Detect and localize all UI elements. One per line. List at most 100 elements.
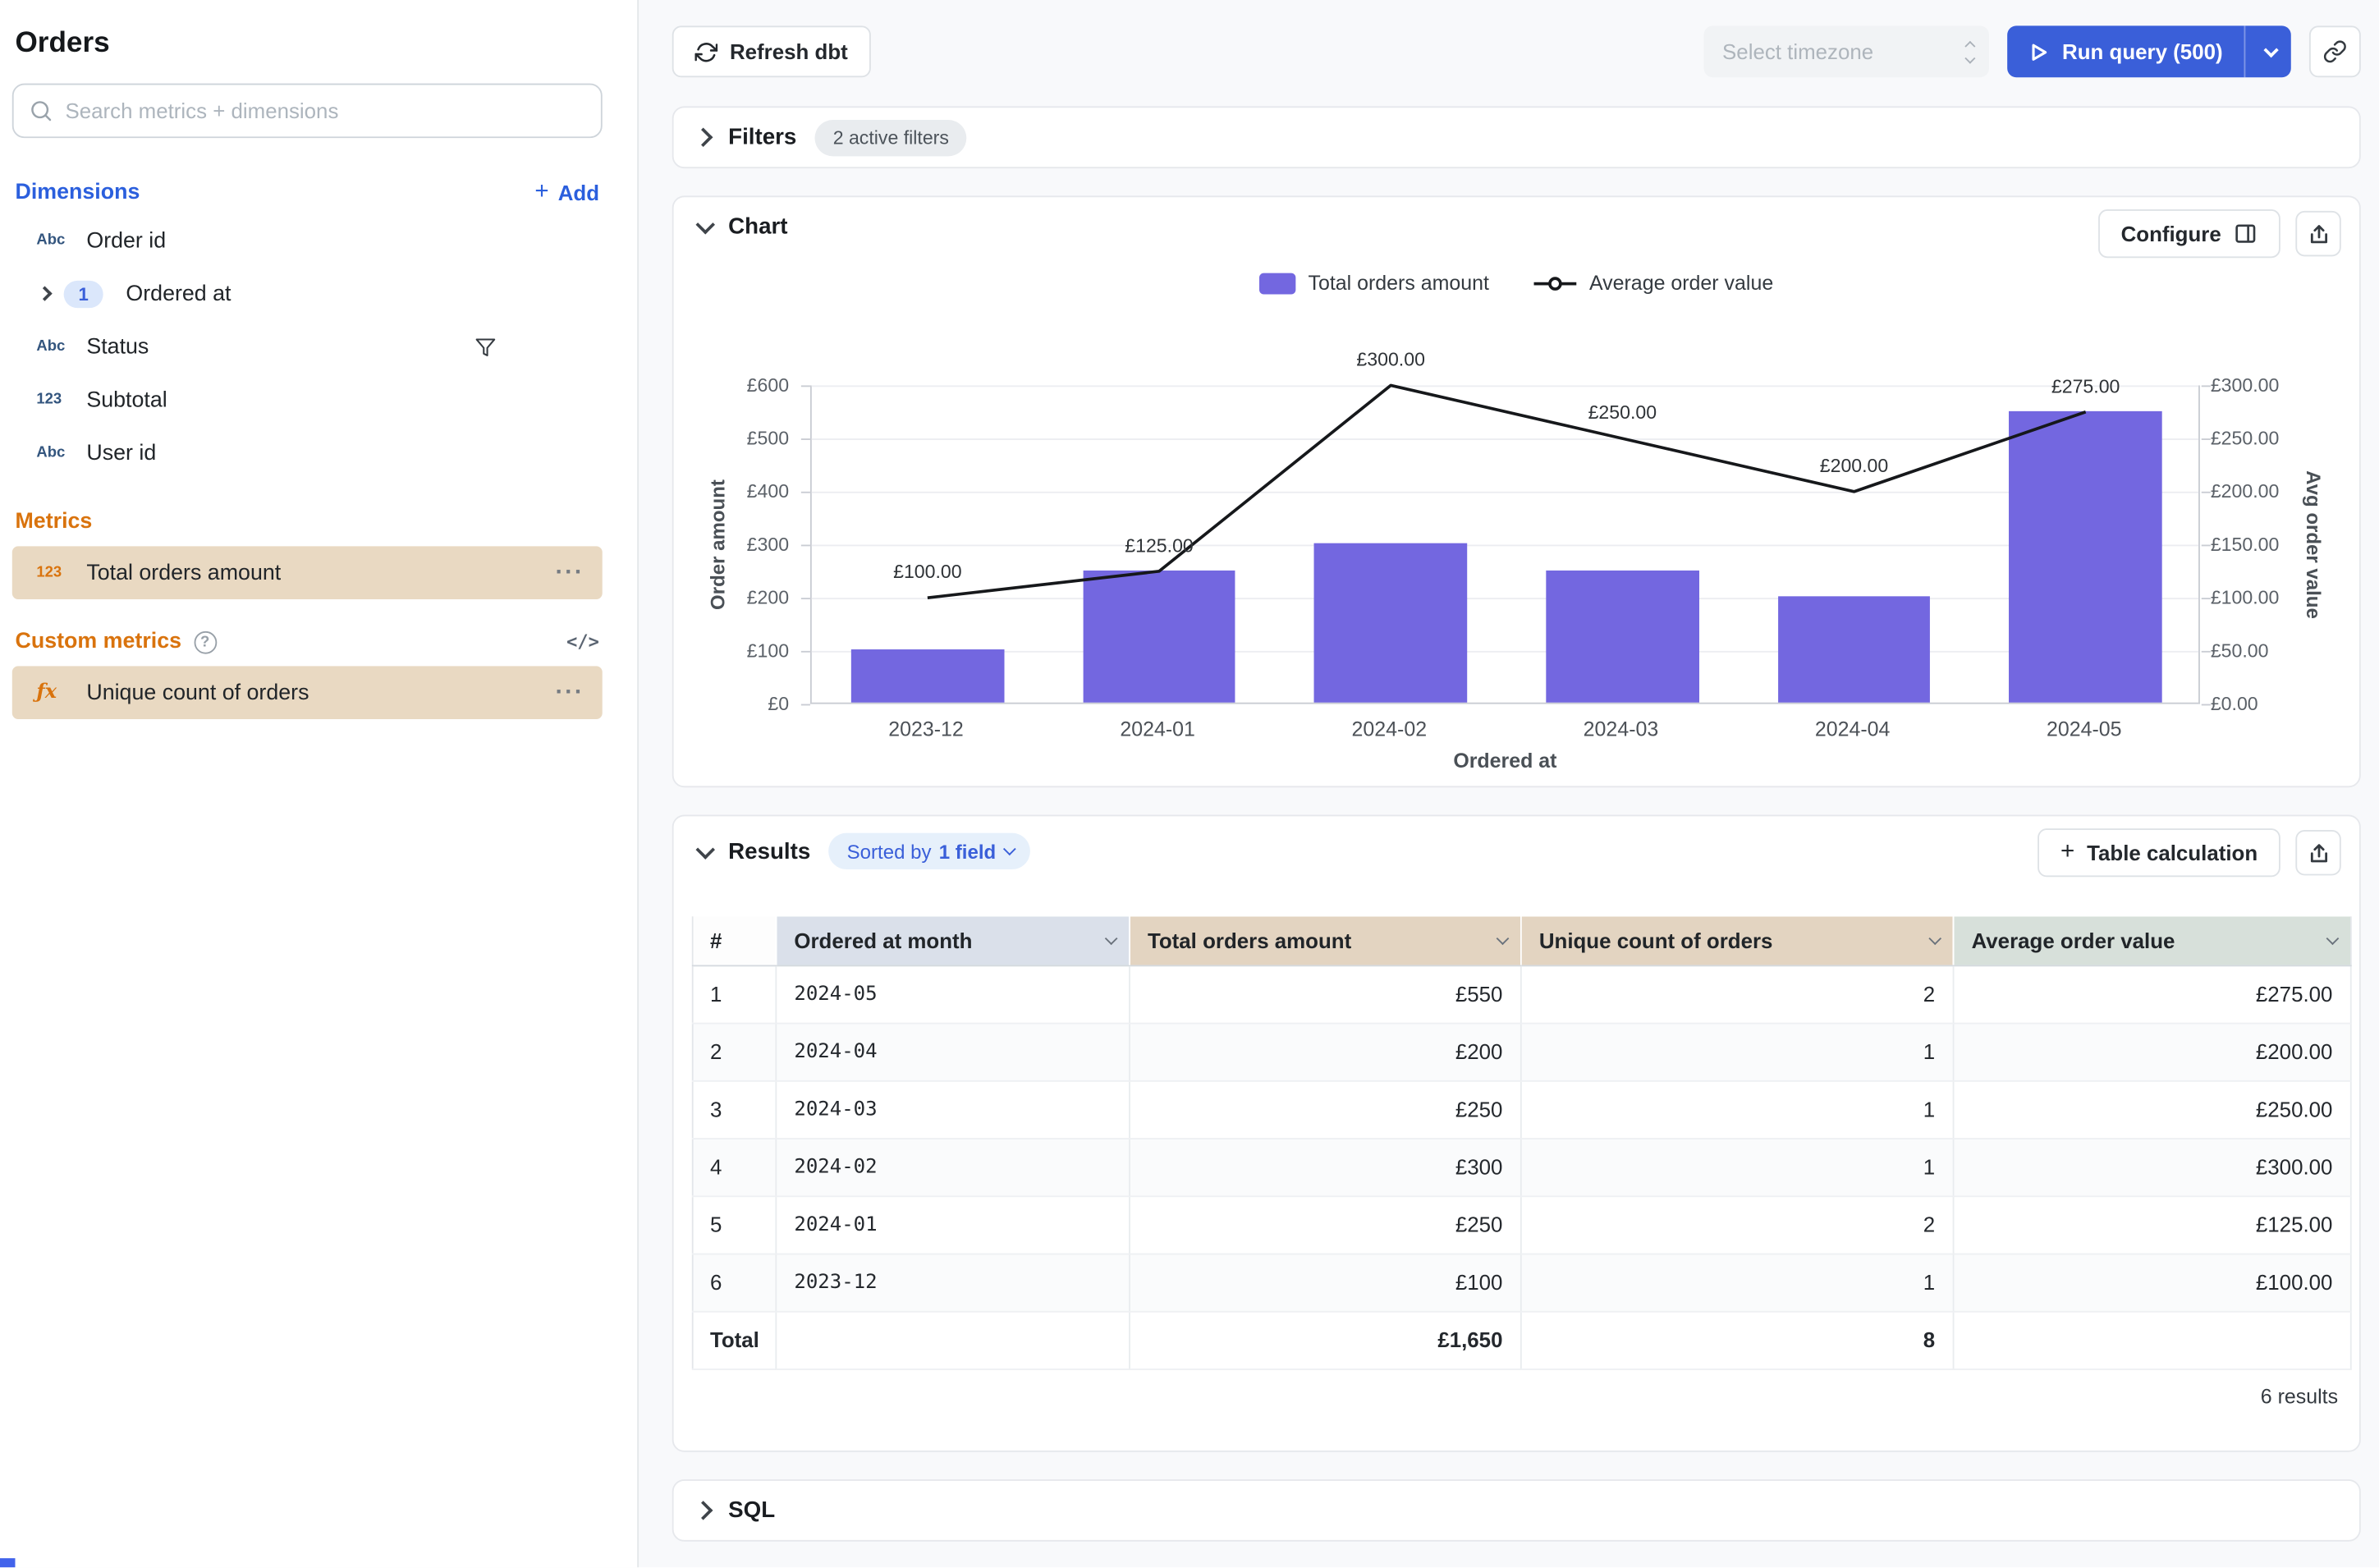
search-box [12,84,603,139]
tick-mark [801,704,810,706]
table-cell: £200.00 [1954,1023,2351,1080]
filters-panel[interactable]: Filters 2 active filters [672,106,2361,168]
chart-panel: Chart Configure Total orders amount [672,195,2361,787]
chevron-down-icon [695,839,715,859]
dimensions-heading: Dimensions [15,181,140,205]
results-panel-header[interactable]: Results Sorted by 1 field [696,833,1030,869]
active-filters-badge: 2 active filters [815,119,968,155]
line-value-label: £100.00 [859,562,996,583]
chevron-down-icon [1004,842,1017,855]
total-cell: 8 [1522,1311,1955,1369]
search-icon [29,99,53,123]
sidebar-item-subtotal[interactable]: 123 Subtotal [12,374,603,427]
sidebar-item-user-id[interactable]: Abc User id [12,426,603,479]
metric-number-icon: 123 [36,565,72,581]
sorted-by-badge[interactable]: Sorted by 1 field [828,833,1030,869]
line-series [812,385,2202,704]
chart-plot[interactable]: £100.00£125.00£300.00£250.00£200.00£275.… [810,385,2200,704]
table-row: 12024-05£5502£275.00 [693,965,2352,1022]
add-dimension-button[interactable]: + Add [534,181,599,205]
table-row: 62023-12£1001£100.00 [693,1254,2352,1311]
left-axis-tick-label: £500 [674,428,801,449]
table-cell: 6 [693,1254,777,1311]
timezone-select[interactable]: Select timezone [1704,25,1989,77]
play-icon [2028,42,2048,62]
dimensions-section-header: Dimensions + Add [12,181,603,205]
search-input[interactable] [65,99,585,123]
code-icon[interactable]: </> [566,631,599,653]
table-cell: £275.00 [1954,965,2351,1022]
metrics-section-header: Metrics [12,510,603,534]
sidebar-item-label: Order id [86,228,166,253]
left-axis-tick-label: £300 [674,534,801,556]
help-icon[interactable]: ? [194,630,217,653]
x-axis-tick-label: 2024-04 [1737,718,1969,740]
table-calculation-button[interactable]: + Table calculation [2038,828,2280,877]
table-cell: £250.00 [1954,1080,2351,1138]
table-cell: 2 [1522,965,1955,1022]
tick-mark [801,651,810,653]
table-cell: 2024-02 [777,1138,1130,1195]
function-icon: ƒx [36,681,72,704]
line-value-label: £275.00 [2017,375,2153,397]
custom-metrics-section-header: Custom metrics ? </> [12,630,603,654]
sidebar-item-label: Unique count of orders [86,681,309,705]
export-results-button[interactable] [2295,830,2340,875]
refresh-dbt-button[interactable]: Refresh dbt [672,25,871,77]
share-export-icon [2307,841,2330,864]
table-cell: 5 [693,1195,777,1253]
table-total-row: Total£1,6508 [693,1311,2352,1369]
column-header-3[interactable]: Unique count of orders [1522,916,1955,965]
sort-chevron-icon [2326,932,2340,945]
chevron-right-icon [694,1501,713,1520]
sql-panel[interactable]: SQL [672,1479,2361,1542]
table-cell: 1 [1522,1080,1955,1138]
tick-mark [2202,704,2211,706]
tick-mark [2202,598,2211,599]
column-header-1[interactable]: Ordered at month [777,916,1130,965]
table-cell: 1 [693,965,777,1022]
tick-mark [2202,438,2211,440]
x-axis-tick-label: 2024-01 [1042,718,1273,740]
sorted-prefix: Sorted by [847,840,932,863]
share-link-button[interactable] [2309,25,2361,77]
table-row: 52024-01£2502£125.00 [693,1195,2352,1253]
results-table: #Ordered at monthTotal orders amountUniq… [692,916,2353,1369]
right-axis-tick-label: £50.00 [2211,640,2317,662]
select-chevrons-icon [1967,42,1974,62]
table-cell: 2 [1522,1195,1955,1253]
string-type-icon: Abc [36,232,72,249]
main-panel: Refresh dbt Select timezone Run query (5… [640,0,2379,1567]
x-axis-tick-label: 2024-03 [1505,718,1736,740]
number-type-icon: 123 [36,392,72,408]
right-axis-title: Avg order value [2303,470,2326,619]
x-axis-tick-label: 2023-12 [810,718,1042,740]
run-query-caret[interactable] [2245,25,2290,77]
add-label: Add [558,181,599,205]
run-query-label: Run query (500) [2062,39,2223,64]
line-value-label: £250.00 [1554,402,1690,424]
right-axis-tick-label: £0.00 [2211,694,2317,715]
sidebar-item-label: Total orders amount [86,561,281,585]
table-row: 22024-04£2001£200.00 [693,1023,2352,1080]
table-cell: 2024-04 [777,1023,1130,1080]
total-cell: Total [693,1311,777,1369]
filter-icon[interactable] [474,336,496,357]
sidebar-item-ordered-at[interactable]: 1 Ordered at [12,267,603,320]
table-cell: 2024-05 [777,965,1130,1022]
right-axis-tick-label: £200.00 [2211,481,2317,502]
table-row: 42024-02£3001£300.00 [693,1138,2352,1195]
tick-mark [2202,651,2211,653]
sidebar-item-unique-count-of-orders[interactable]: ƒx Unique count of orders ··· [12,666,603,719]
column-header-2[interactable]: Total orders amount [1130,916,1522,965]
table-cell: 1 [1522,1254,1955,1311]
string-type-icon: Abc [36,445,72,461]
field-count-badge: 1 [64,280,103,307]
sidebar-item-total-orders-amount[interactable]: 123 Total orders amount ··· [12,546,603,599]
dimensions-list: Abc Order id 1 Ordered at Abc Status 123… [12,214,603,479]
sidebar-item-status[interactable]: Abc Status [12,320,603,374]
sidebar-item-label: Ordered at [126,282,231,306]
column-header-4[interactable]: Average order value [1954,916,2351,965]
run-query-button[interactable]: Run query (500) [2008,25,2291,77]
sidebar-item-order-id[interactable]: Abc Order id [12,214,603,268]
